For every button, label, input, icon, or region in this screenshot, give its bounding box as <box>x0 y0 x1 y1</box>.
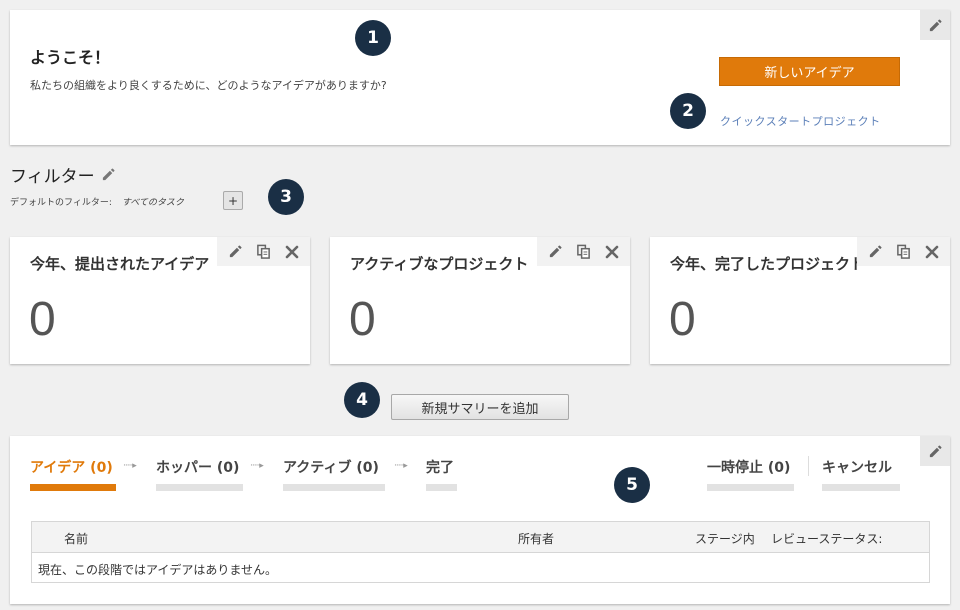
close-icon <box>925 245 939 258</box>
filter-edit-button[interactable] <box>101 167 116 182</box>
step-badge-5: 5 <box>614 467 650 503</box>
step-badge-4: 4 <box>344 382 380 418</box>
stage-progress-ideas <box>30 484 116 491</box>
summary-edit-button[interactable] <box>225 242 245 262</box>
summary-value: 0 <box>349 293 376 346</box>
pencil-icon <box>549 245 562 258</box>
stage-progress-active <box>283 484 385 491</box>
default-filter-value[interactable]: すべてのタスク <box>122 195 184 208</box>
column-header-in-stage[interactable]: ステージ内 <box>695 530 755 547</box>
summary-edit-button[interactable] <box>865 242 885 262</box>
stage-progress-completed <box>426 484 457 491</box>
step-badge-3: 3 <box>268 179 304 215</box>
pencil-icon <box>869 245 882 258</box>
stage-arrow: ·····▸ <box>123 461 137 471</box>
stage-tab-completed[interactable]: 完了 <box>426 457 454 477</box>
stage-progress-hopper <box>156 484 243 491</box>
welcome-title: ようこそ！ <box>30 48 111 67</box>
summary-close-button[interactable] <box>922 242 942 262</box>
column-header-review-status[interactable]: レビューステータス: <box>771 530 882 547</box>
default-filter: デフォルトのフィルター: すべてのタスク <box>10 195 184 208</box>
ideas-table: 名前 所有者 ステージ内 レビューステータス: 現在、この段階ではアイデアはあり… <box>31 521 930 583</box>
step-badge-2: 2 <box>670 93 706 129</box>
summary-value: 0 <box>669 293 696 346</box>
welcome-card: ようこそ！ 私たちの組織をより良くするために、どのようなアイデアがありますか? … <box>10 10 950 145</box>
pipeline-edit-button[interactable] <box>920 436 950 466</box>
welcome-edit-button[interactable] <box>920 10 950 40</box>
summary-edit-button[interactable] <box>545 242 565 262</box>
stage-tab-cancelled[interactable]: キャンセル <box>822 457 892 477</box>
new-idea-button[interactable]: 新しいアイデア <box>719 57 900 86</box>
welcome-subtitle: 私たちの組織をより良くするために、どのようなアイデアがありますか? <box>30 79 387 92</box>
summary-copy-button[interactable] <box>893 242 913 262</box>
summary-copy-button[interactable] <box>253 242 273 262</box>
quickstart-project-link[interactable]: クイックスタートプロジェクト <box>720 113 881 129</box>
stage-tab-paused[interactable]: 一時停止 (0) <box>707 457 790 477</box>
summary-close-button[interactable] <box>602 242 622 262</box>
close-icon <box>605 245 619 258</box>
summary-card-projects-completed: 今年、完了したプロジェクト 0 <box>650 237 950 364</box>
table-header: 名前 所有者 ステージ内 レビューステータス: <box>32 522 929 553</box>
stage-tab-active[interactable]: アクティブ (0) <box>283 457 379 477</box>
stage-divider <box>808 456 809 476</box>
summary-title: 今年、提出されたアイデア <box>30 255 210 273</box>
pencil-icon <box>102 168 115 181</box>
summary-toolbar <box>857 237 950 266</box>
summary-copy-button[interactable] <box>573 242 593 262</box>
stage-progress-cancelled <box>822 484 900 491</box>
step-badge-1: 1 <box>355 20 391 56</box>
column-header-name[interactable]: 名前 <box>64 530 88 547</box>
summary-close-button[interactable] <box>282 242 302 262</box>
add-filter-button[interactable]: + <box>223 191 243 210</box>
stage-arrow: ·····▸ <box>394 461 408 471</box>
pencil-icon <box>229 245 242 258</box>
summary-toolbar <box>217 237 310 266</box>
add-summary-button[interactable]: 新規サマリーを追加 <box>391 394 569 420</box>
pencil-icon <box>929 444 942 457</box>
empty-table-message: 現在、この段階ではアイデアはありません。 <box>38 563 278 577</box>
column-header-owner[interactable]: 所有者 <box>518 530 554 547</box>
copy-icon <box>897 244 910 259</box>
stage-arrow: ·····▸ <box>250 461 264 471</box>
summary-card-active-projects: アクティブなプロジェクト 0 <box>330 237 630 364</box>
pencil-icon <box>929 18 942 31</box>
default-filter-label: デフォルトのフィルター: <box>10 198 112 208</box>
summary-card-ideas-submitted: 今年、提出されたアイデア 0 <box>10 237 310 364</box>
copy-icon <box>577 244 590 259</box>
summary-toolbar <box>537 237 630 266</box>
filter-heading: フィルター <box>10 162 116 187</box>
close-icon <box>285 245 299 258</box>
summary-value: 0 <box>29 293 56 346</box>
summary-title: 今年、完了したプロジェクト <box>670 255 866 273</box>
copy-icon <box>257 244 270 259</box>
stage-progress-paused <box>707 484 794 491</box>
filter-title: フィルター <box>10 167 95 187</box>
stage-tab-hopper[interactable]: ホッパー (0) <box>156 457 239 477</box>
summary-title: アクティブなプロジェクト <box>350 255 529 273</box>
stage-tab-ideas[interactable]: アイデア (0) <box>30 457 113 477</box>
